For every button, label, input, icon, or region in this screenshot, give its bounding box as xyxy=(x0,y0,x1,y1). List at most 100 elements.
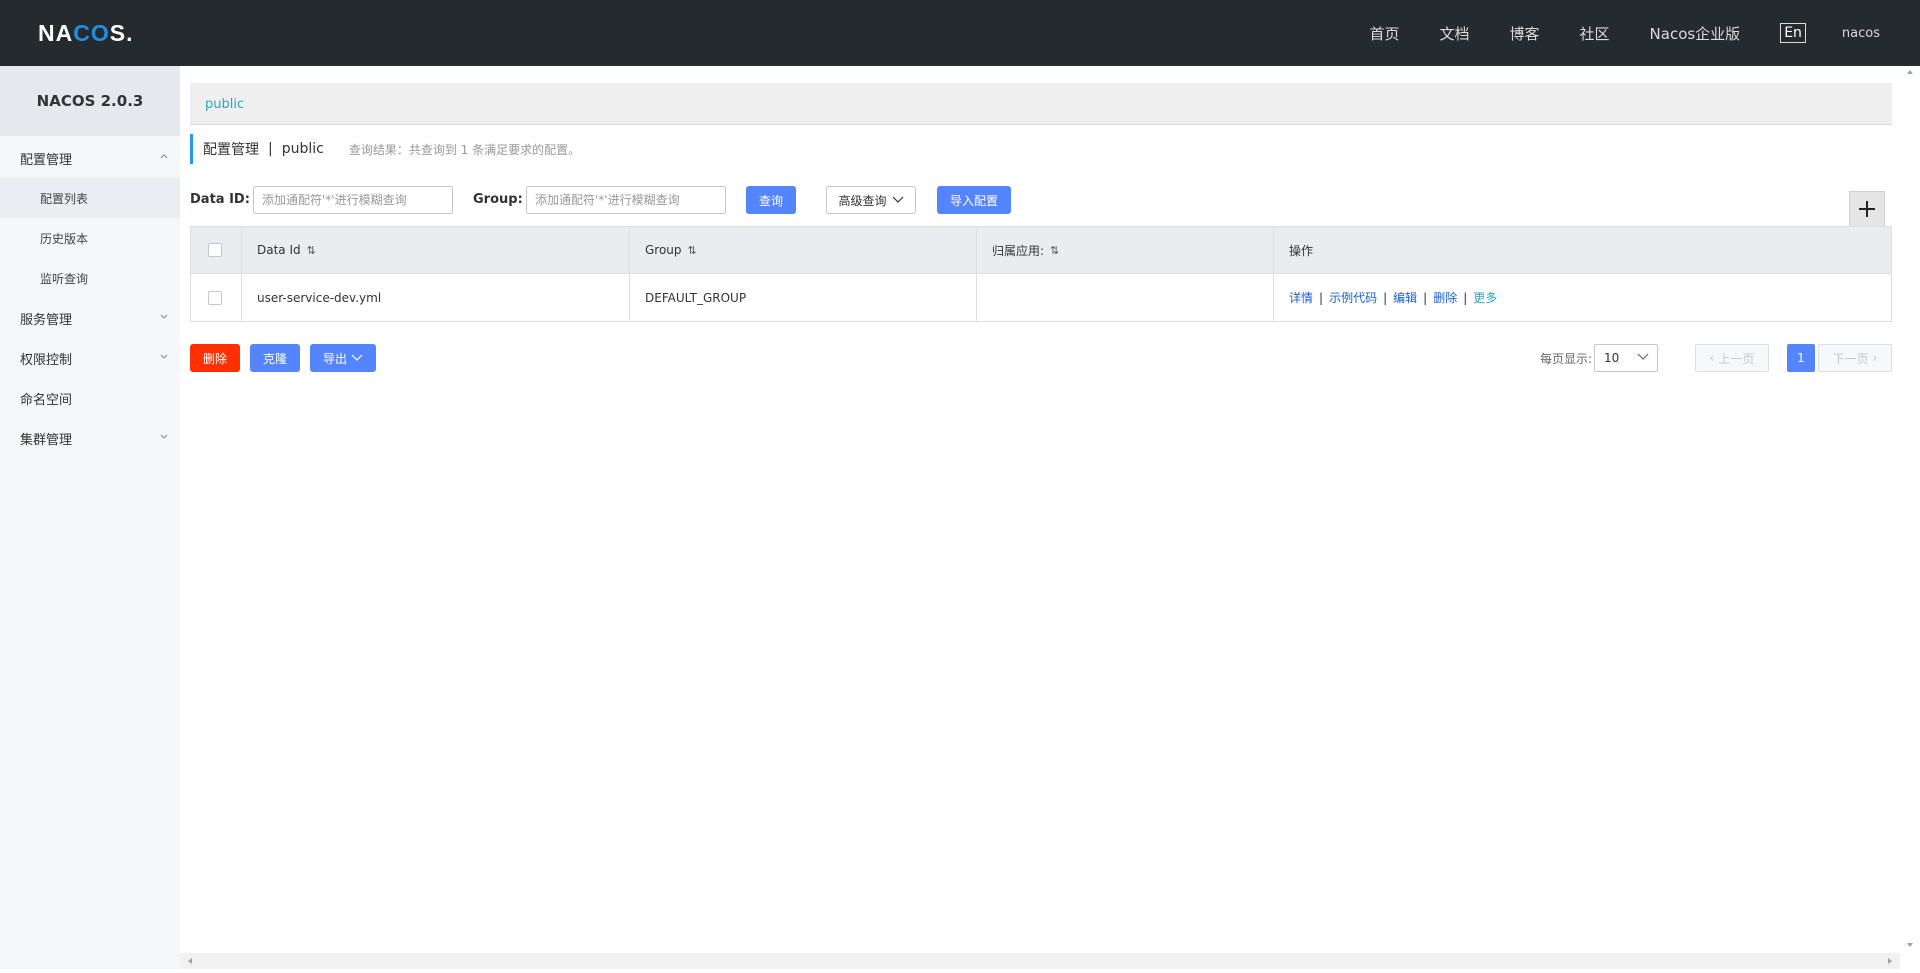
chevron-down-icon xyxy=(160,354,168,359)
group-label: Group: xyxy=(473,192,523,207)
page-title: 配置管理 | public 查询结果：共查询到 1 条满足要求的配置。 xyxy=(190,134,580,164)
chevron-down-icon xyxy=(351,354,363,361)
query-button[interactable]: 查询 xyxy=(746,186,796,214)
prev-page-button[interactable]: ‹ 上一页 xyxy=(1695,344,1769,372)
col-header-actions: 操作 xyxy=(1274,227,1891,273)
menu-cluster-management[interactable]: 集群管理 xyxy=(0,418,180,458)
title-namespace: public xyxy=(281,141,324,157)
menu-namespace[interactable]: 命名空间 xyxy=(0,378,180,418)
scroll-arrows-icon xyxy=(188,958,1892,964)
sidebar-item-listener[interactable]: 监听查询 xyxy=(0,258,180,298)
sample-code-link[interactable]: 示例代码 xyxy=(1329,289,1377,306)
next-label: 下一页 xyxy=(1832,351,1869,366)
row-checkbox[interactable] xyxy=(208,290,222,305)
dataid-input[interactable]: 添加通配符'*'进行模糊查询 xyxy=(253,186,453,214)
add-config-button[interactable] xyxy=(1849,191,1885,227)
header-label: 归属应用: xyxy=(992,243,1045,258)
menu-label: 集群管理 xyxy=(20,432,73,448)
sort-icon[interactable]: ⇅ xyxy=(688,244,697,257)
dataid-label: Data ID: xyxy=(190,192,250,207)
col-header-dataid[interactable]: Data Id ⇅ xyxy=(242,227,630,273)
menu-label: 命名空间 xyxy=(20,392,73,408)
delete-link[interactable]: 删除 xyxy=(1433,289,1457,306)
user-name[interactable]: nacos xyxy=(1842,26,1880,41)
language-switch[interactable]: En xyxy=(1780,23,1806,43)
vertical-scrollbar[interactable] xyxy=(1900,66,1920,953)
menu-access-control[interactable]: 权限控制 xyxy=(0,338,180,378)
group-input[interactable]: 添加通配符'*'进行模糊查询 xyxy=(526,186,726,214)
advanced-query-button[interactable]: 高级查询 xyxy=(826,186,916,214)
header-label: Data Id xyxy=(257,243,301,257)
search-form: Data ID: 添加通配符'*'进行模糊查询 Group: 添加通配符'*'进… xyxy=(190,184,1892,214)
table-row: user-service-dev.yml DEFAULT_GROUP 详情 | 示… xyxy=(191,274,1891,321)
batch-delete-button[interactable]: 删除 xyxy=(190,344,240,372)
header-label: 操作 xyxy=(1289,243,1314,258)
main-content: public 配置管理 | public 查询结果：共查询到 1 条满足要求的配… xyxy=(180,66,1900,953)
page-title-text: 配置管理 xyxy=(203,142,259,158)
sort-icon[interactable]: ⇅ xyxy=(307,244,316,257)
more-link[interactable]: 更多 xyxy=(1473,289,1497,306)
export-button[interactable]: 导出 xyxy=(310,344,376,372)
op-separator: | xyxy=(1383,290,1388,305)
edit-link[interactable]: 编辑 xyxy=(1393,289,1417,306)
cell-app xyxy=(977,274,1274,321)
logo-text-mid: CO xyxy=(73,19,110,46)
menu-config-management[interactable]: 配置管理 xyxy=(0,138,180,178)
op-separator: | xyxy=(1319,290,1324,305)
cell-dataid: user-service-dev.yml xyxy=(242,274,630,321)
query-result-text: 查询结果：共查询到 1 条满足要求的配置。 xyxy=(348,142,581,157)
chevron-down-icon xyxy=(892,196,903,203)
bottom-toolbar: 删除 克隆 导出 每页显示: 10 ‹ 上一页 1 下一页 › xyxy=(190,342,1892,372)
cell-actions: 详情 | 示例代码 | 编辑 | 删除 | 更多 xyxy=(1274,274,1891,321)
header-label: Group xyxy=(645,243,682,257)
page-size-select[interactable]: 10 xyxy=(1594,344,1658,372)
select-all-checkbox[interactable] xyxy=(208,243,222,257)
sidebar-item-config-list[interactable]: 配置列表 xyxy=(0,178,180,218)
next-page-button[interactable]: 下一页 › xyxy=(1818,344,1892,372)
col-header-group[interactable]: Group ⇅ xyxy=(630,227,977,273)
nav-community[interactable]: 社区 xyxy=(1580,23,1610,44)
sort-icon[interactable]: ⇅ xyxy=(1050,244,1059,257)
chevron-right-icon: › xyxy=(1872,351,1878,365)
config-table: Data Id ⇅ Group ⇅ 归属应用: ⇅ 操作 user-servic… xyxy=(190,226,1892,322)
col-header-app[interactable]: 归属应用: ⇅ xyxy=(977,227,1274,273)
namespace-bar: public xyxy=(190,83,1892,125)
chevron-down-icon xyxy=(160,314,168,319)
top-navbar: NA CO S. 首页 文档 博客 社区 Nacos企业版 En nacos xyxy=(0,0,1920,66)
nav-enterprise[interactable]: Nacos企业版 xyxy=(1650,23,1741,44)
title-separator: | xyxy=(268,141,273,157)
sidebar: NACOS 2.0.3 配置管理 配置列表 历史版本 监听查询 服务管理 权限控… xyxy=(0,66,180,969)
chevron-down-icon xyxy=(160,434,168,439)
plus-icon xyxy=(1859,201,1875,217)
chevron-left-icon: ‹ xyxy=(1709,351,1715,365)
advanced-query-label: 高级查询 xyxy=(838,193,887,208)
prev-label: 上一页 xyxy=(1718,351,1755,366)
nav-blog[interactable]: 博客 xyxy=(1510,23,1540,44)
horizontal-scrollbar[interactable] xyxy=(180,953,1900,969)
chevron-up-icon xyxy=(160,154,168,159)
nacos-logo[interactable]: NA CO S. xyxy=(38,18,133,48)
nav-home[interactable]: 首页 xyxy=(1369,23,1399,44)
page-size-label: 每页显示: xyxy=(1539,352,1592,366)
chevron-down-icon xyxy=(1637,353,1649,360)
select-all-cell xyxy=(191,227,242,273)
menu-label: 服务管理 xyxy=(20,312,73,328)
nav-docs[interactable]: 文档 xyxy=(1439,23,1469,44)
menu-service-management[interactable]: 服务管理 xyxy=(0,298,180,338)
import-config-button[interactable]: 导入配置 xyxy=(937,186,1011,214)
page-size-value: 10 xyxy=(1604,351,1620,365)
export-label: 导出 xyxy=(322,351,347,366)
namespace-tab-public[interactable]: public xyxy=(205,97,244,112)
op-separator: | xyxy=(1463,290,1468,305)
detail-link[interactable]: 详情 xyxy=(1289,289,1313,306)
clone-button[interactable]: 克隆 xyxy=(250,344,300,372)
sidebar-item-history[interactable]: 历史版本 xyxy=(0,218,180,258)
top-nav: 首页 文档 博客 社区 Nacos企业版 En nacos xyxy=(1369,0,1920,66)
scroll-arrows-icon xyxy=(1907,70,1913,947)
version-title: NACOS 2.0.3 xyxy=(0,66,180,136)
menu-label: 配置管理 xyxy=(20,152,73,168)
logo-text-right: S. xyxy=(109,19,134,46)
current-page-button[interactable]: 1 xyxy=(1787,344,1815,372)
logo-text-left: NA xyxy=(38,19,74,46)
table-header-row: Data Id ⇅ Group ⇅ 归属应用: ⇅ 操作 xyxy=(191,227,1891,274)
